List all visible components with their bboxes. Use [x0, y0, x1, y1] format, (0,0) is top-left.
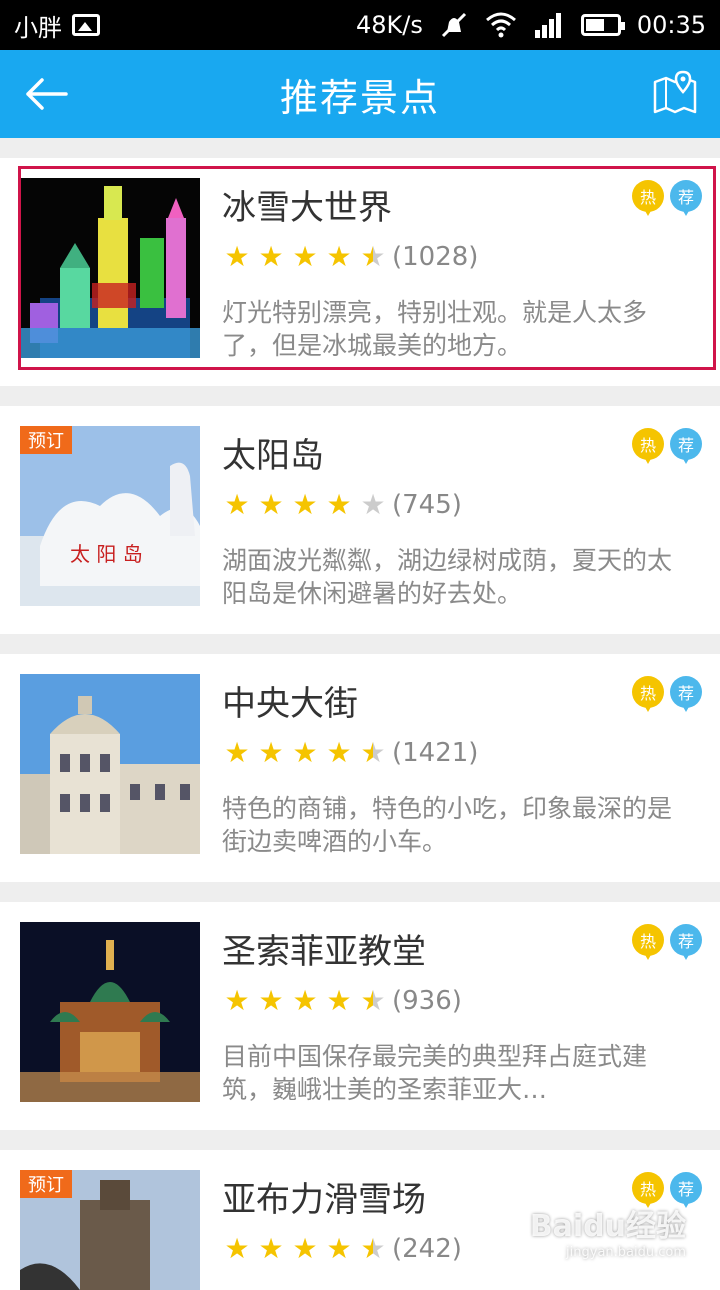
star-icon: ★ — [254, 1235, 288, 1263]
hot-tag-icon: 热 — [632, 428, 664, 470]
hot-tag-icon: 热 — [632, 924, 664, 966]
star-icon: ★ — [288, 243, 322, 271]
half-star-icon: ★ — [356, 243, 390, 271]
half-star-icon: ★ — [356, 987, 390, 1015]
recommend-tag-icon: 荐 — [670, 428, 702, 470]
rating-stars: ★ ★ ★ ★ ★ (1421) — [220, 738, 478, 768]
wifi-icon — [485, 12, 517, 38]
tag-group: 热 荐 — [632, 676, 702, 718]
star-icon: ★ — [288, 491, 322, 519]
attraction-description: 灯光特别漂亮，特别壮观。就是人太多了，但是冰城最美的地方。 — [222, 296, 692, 362]
review-count: (745) — [392, 490, 462, 520]
map-location-icon[interactable] — [652, 70, 698, 116]
star-icon: ★ — [322, 739, 356, 767]
empty-star-icon: ★ — [356, 491, 390, 519]
review-count: (1421) — [392, 738, 478, 768]
star-icon: ★ — [220, 491, 254, 519]
baidu-watermark: Baidu经验 jingyan.baidu.com — [530, 1201, 686, 1260]
star-icon: ★ — [288, 739, 322, 767]
star-icon: ★ — [254, 739, 288, 767]
status-bar: 小胖 48K/s 00:35 — [0, 0, 720, 50]
recommend-tag-icon: 荐 — [670, 676, 702, 718]
svg-text:太 阳 岛: 太 阳 岛 — [70, 542, 143, 566]
review-count: (936) — [392, 986, 462, 1016]
tag-group: 热 荐 — [632, 180, 702, 222]
watermark-url: jingyan.baidu.com — [530, 1245, 686, 1260]
booking-badge: 预订 — [20, 426, 72, 454]
carrier-label: 小胖 — [14, 8, 62, 43]
signal-icon — [533, 12, 565, 38]
booking-badge: 预订 — [20, 1170, 72, 1198]
image-notification-icon — [72, 14, 100, 36]
star-icon: ★ — [288, 1235, 322, 1263]
attraction-thumbnail: 太 阳 岛 预订 — [20, 426, 200, 606]
tag-group: 热 荐 — [632, 924, 702, 966]
hot-tag-icon: 热 — [632, 676, 664, 718]
rating-stars: ★ ★ ★ ★ ★ (242) — [220, 1234, 462, 1264]
attraction-description: 特色的商铺，特色的小吃，印象最深的是街边卖啤酒的小车。 — [222, 792, 692, 858]
star-icon: ★ — [254, 243, 288, 271]
review-count: (1028) — [392, 242, 478, 272]
page-title: 推荐景点 — [280, 67, 440, 122]
attraction-name: 太阳岛 — [222, 428, 324, 477]
attraction-thumbnail — [20, 178, 200, 358]
attraction-thumbnail — [20, 674, 200, 854]
list-item[interactable]: 圣索菲亚教堂 ★ ★ ★ ★ ★ (936) 目前中国保存最完美的典型拜占庭式建… — [0, 902, 720, 1130]
watermark-brand: Baidu经验 — [530, 1209, 686, 1244]
attraction-thumbnail: 预订 — [20, 1170, 200, 1290]
star-icon: ★ — [288, 987, 322, 1015]
star-icon: ★ — [322, 987, 356, 1015]
hot-tag-icon: 热 — [632, 180, 664, 222]
star-icon: ★ — [220, 243, 254, 271]
star-icon: ★ — [220, 739, 254, 767]
half-star-icon: ★ — [356, 739, 390, 767]
recommend-tag-icon: 荐 — [670, 924, 702, 966]
attraction-name: 亚布力滑雪场 — [222, 1172, 426, 1221]
star-icon: ★ — [322, 1235, 356, 1263]
star-icon: ★ — [254, 987, 288, 1015]
back-arrow-icon[interactable] — [22, 70, 70, 118]
review-count: (242) — [392, 1234, 462, 1264]
list-item[interactable]: 冰雪大世界 ★ ★ ★ ★ ★ (1028) 灯光特别漂亮，特别壮观。就是人太多… — [0, 158, 720, 386]
star-icon: ★ — [322, 243, 356, 271]
rating-stars: ★ ★ ★ ★ ★ (936) — [220, 986, 462, 1016]
attraction-name: 冰雪大世界 — [222, 180, 392, 229]
mute-icon — [439, 10, 469, 40]
clock: 00:35 — [637, 11, 706, 39]
star-icon: ★ — [322, 491, 356, 519]
star-icon: ★ — [220, 1235, 254, 1263]
attraction-description: 湖面波光粼粼，湖边绿树成荫，夏天的太阳岛是休闲避暑的好去处。 — [222, 544, 692, 610]
tag-group: 热 荐 — [632, 428, 702, 470]
attraction-description: 目前中国保存最完美的典型拜占庭式建筑，巍峨壮美的圣索菲亚大… — [222, 1040, 692, 1106]
attraction-name: 中央大街 — [222, 676, 358, 725]
network-speed: 48K/s — [356, 11, 423, 39]
half-star-icon: ★ — [356, 1235, 390, 1263]
battery-icon — [581, 14, 621, 36]
list-item[interactable]: 太 阳 岛 预订 太阳岛 ★ ★ ★ ★ ★ (745) 湖面波光粼粼，湖边绿树… — [0, 406, 720, 634]
attraction-name: 圣索菲亚教堂 — [222, 924, 426, 973]
recommend-tag-icon: 荐 — [670, 180, 702, 222]
star-icon: ★ — [220, 987, 254, 1015]
star-icon: ★ — [254, 491, 288, 519]
app-bar: 推荐景点 — [0, 50, 720, 138]
rating-stars: ★ ★ ★ ★ ★ (1028) — [220, 242, 478, 272]
list-item[interactable]: 中央大街 ★ ★ ★ ★ ★ (1421) 特色的商铺，特色的小吃，印象最深的是… — [0, 654, 720, 882]
rating-stars: ★ ★ ★ ★ ★ (745) — [220, 490, 462, 520]
attraction-thumbnail — [20, 922, 200, 1102]
